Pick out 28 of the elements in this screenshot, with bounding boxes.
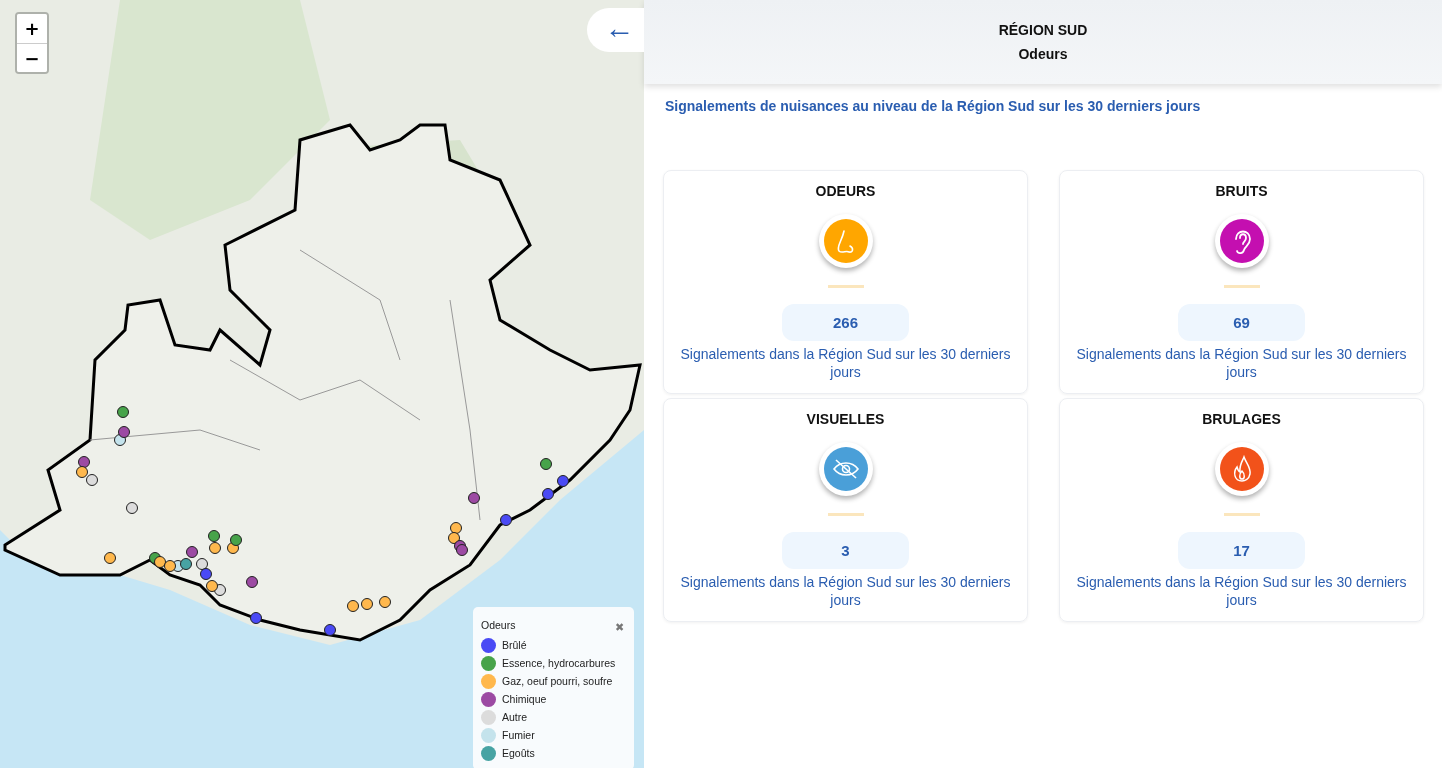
category-subtitle: Odeurs xyxy=(1018,46,1068,62)
count-badge: 69 xyxy=(1178,304,1305,341)
legend-label: Fumier xyxy=(502,729,535,741)
close-button[interactable]: ✖ xyxy=(613,621,626,634)
card-caption: Signalements dans la Région Sud sur les 30 derniers jours xyxy=(679,573,1012,609)
legend-label: Gaz, oeuf pourri, soufre xyxy=(502,675,613,687)
legend-label: Essence, hydrocarbures xyxy=(502,657,616,669)
region-title: RÉGION SUD xyxy=(998,22,1088,38)
zoom-out-button[interactable]: − xyxy=(17,43,47,72)
card-title: BRULAGES xyxy=(1202,411,1281,427)
count-badge: 17 xyxy=(1178,532,1305,569)
legend-label: Autre xyxy=(502,711,528,723)
map-drawing[interactable] xyxy=(0,0,644,768)
card-title: BRUITS xyxy=(1215,183,1268,199)
card-caption: Signalements dans la Région Sud sur les 30 derniers jours xyxy=(679,345,1012,381)
legend-title: Odeurs xyxy=(481,618,516,631)
count-badge: 266 xyxy=(782,304,909,341)
card-title: ODEURS xyxy=(815,183,876,199)
legend-label: Chimique xyxy=(502,693,547,705)
card-title: VISUELLES xyxy=(806,411,885,427)
card-caption: Signalements dans la Région Sud sur les 30 derniers jours xyxy=(1075,345,1408,381)
card-caption: Signalements dans la Région Sud sur les 30 derniers jours xyxy=(1075,573,1408,609)
count-badge: 3 xyxy=(782,532,909,569)
legend-label: Brûlé xyxy=(502,639,527,651)
zoom-in-button[interactable]: + xyxy=(17,14,47,43)
intro-text: Signalements de nuisances au niveau de la Région Sud sur les 30 derniers jours xyxy=(665,98,1202,114)
legend-label: Egoûts xyxy=(502,747,535,759)
back-button[interactable]: ← xyxy=(587,8,644,52)
